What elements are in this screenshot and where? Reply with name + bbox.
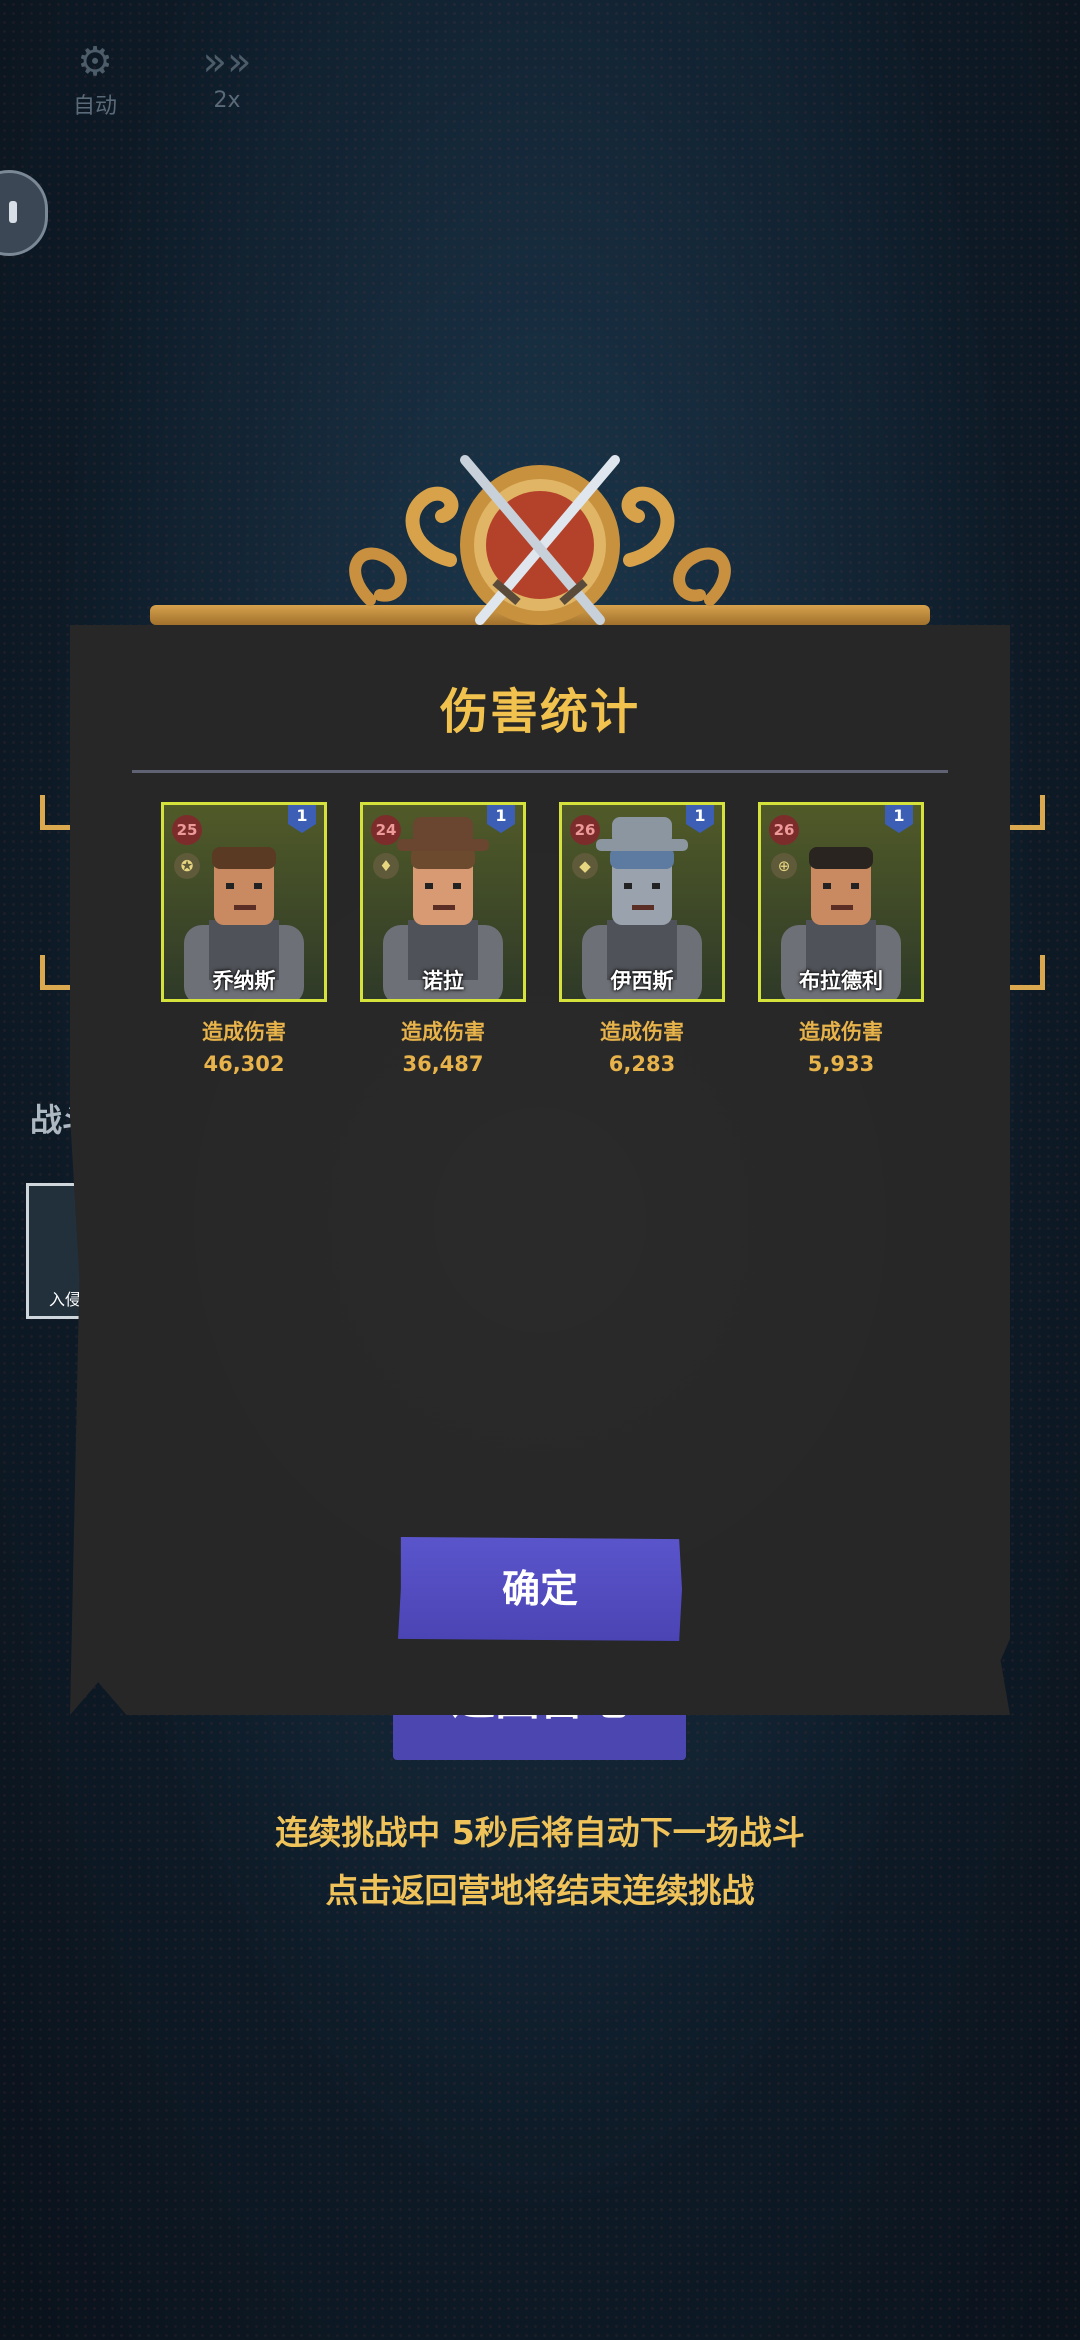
hero-level-badge: 24 bbox=[371, 815, 401, 845]
auto-label: 自动 bbox=[72, 94, 117, 119]
damage-value: 46,302 bbox=[203, 1052, 285, 1076]
pause-icon bbox=[9, 201, 17, 223]
confirm-button[interactable]: 确定 bbox=[398, 1537, 682, 1641]
speed-label: 2x bbox=[213, 88, 241, 113]
hero-stat-card[interactable]: 24 ♦ 1 诺拉 造成伤害 36,487 bbox=[360, 802, 526, 1076]
damage-label: 造成伤害 bbox=[600, 1020, 684, 1044]
hero-name: 诺拉 bbox=[422, 969, 464, 993]
speed-button[interactable]: »» 2x bbox=[172, 36, 282, 126]
hero-stat-card[interactable]: 26 ◆ 1 伊西斯 造成伤害 6,283 bbox=[559, 802, 725, 1076]
helmet-icon: ◆ bbox=[572, 853, 598, 879]
frame-ornament-right bbox=[1006, 795, 1045, 830]
background-thumb-label: 入侵 bbox=[49, 1290, 82, 1309]
hint-line-1: 连续挑战中 5秒后将自动下一场战斗 bbox=[275, 1813, 805, 1852]
pause-button[interactable] bbox=[0, 170, 48, 256]
damage-label: 造成伤害 bbox=[202, 1020, 286, 1044]
hero-portrait: 26 ◆ 1 伊西斯 bbox=[559, 802, 725, 1002]
hero-name: 布拉德利 bbox=[799, 969, 883, 993]
hero-level-badge: 25 bbox=[172, 815, 202, 845]
hero-name: 乔纳斯 bbox=[212, 969, 276, 993]
hero-portrait: 24 ♦ 1 诺拉 bbox=[360, 802, 526, 1002]
title-divider bbox=[132, 770, 948, 773]
auto-gear-icon: ⚙ bbox=[77, 39, 113, 85]
hero-name: 伊西斯 bbox=[610, 969, 674, 993]
hero-level-badge: 26 bbox=[769, 815, 799, 845]
fast-forward-icon: »» bbox=[202, 39, 252, 85]
auto-battle-button[interactable]: ⚙ 自动 bbox=[40, 36, 150, 126]
confirm-label: 确定 bbox=[501, 1567, 578, 1611]
hero-level-badge: 26 bbox=[570, 815, 600, 845]
bell-icon: ♦ bbox=[373, 853, 399, 879]
damage-value: 6,283 bbox=[608, 1052, 676, 1076]
damage-label: 造成伤害 bbox=[799, 1020, 883, 1044]
crossed-swords-crest-icon bbox=[349, 455, 731, 625]
damage-value: 5,933 bbox=[807, 1052, 875, 1076]
hero-stat-card[interactable]: 25 ✪ 1 乔纳斯 造成伤害 46,302 bbox=[161, 802, 327, 1076]
hint-line-2: 点击返回营地将结束连续挑战 bbox=[325, 1871, 755, 1910]
crosshair-icon: ⊕ bbox=[771, 853, 797, 879]
battle-scene-background: ⚙ 自动 »» 2x 战斗 入侵 返回营地 连续挑战中 5秒后将自动下一场战斗 … bbox=[0, 0, 1080, 2340]
pentagram-icon: ✪ bbox=[174, 853, 200, 879]
damage-value: 36,487 bbox=[402, 1052, 484, 1076]
hero-portrait: 26 ⊕ 1 布拉德利 bbox=[758, 802, 924, 1002]
hero-portrait: 25 ✪ 1 乔纳斯 bbox=[161, 802, 327, 1002]
damage-label: 造成伤害 bbox=[401, 1020, 485, 1044]
dialog-title: 伤害统计 bbox=[439, 684, 640, 740]
hero-stat-card[interactable]: 26 ⊕ 1 布拉德利 造成伤害 5,933 bbox=[758, 802, 924, 1076]
frame-ornament-right bbox=[1006, 955, 1045, 990]
